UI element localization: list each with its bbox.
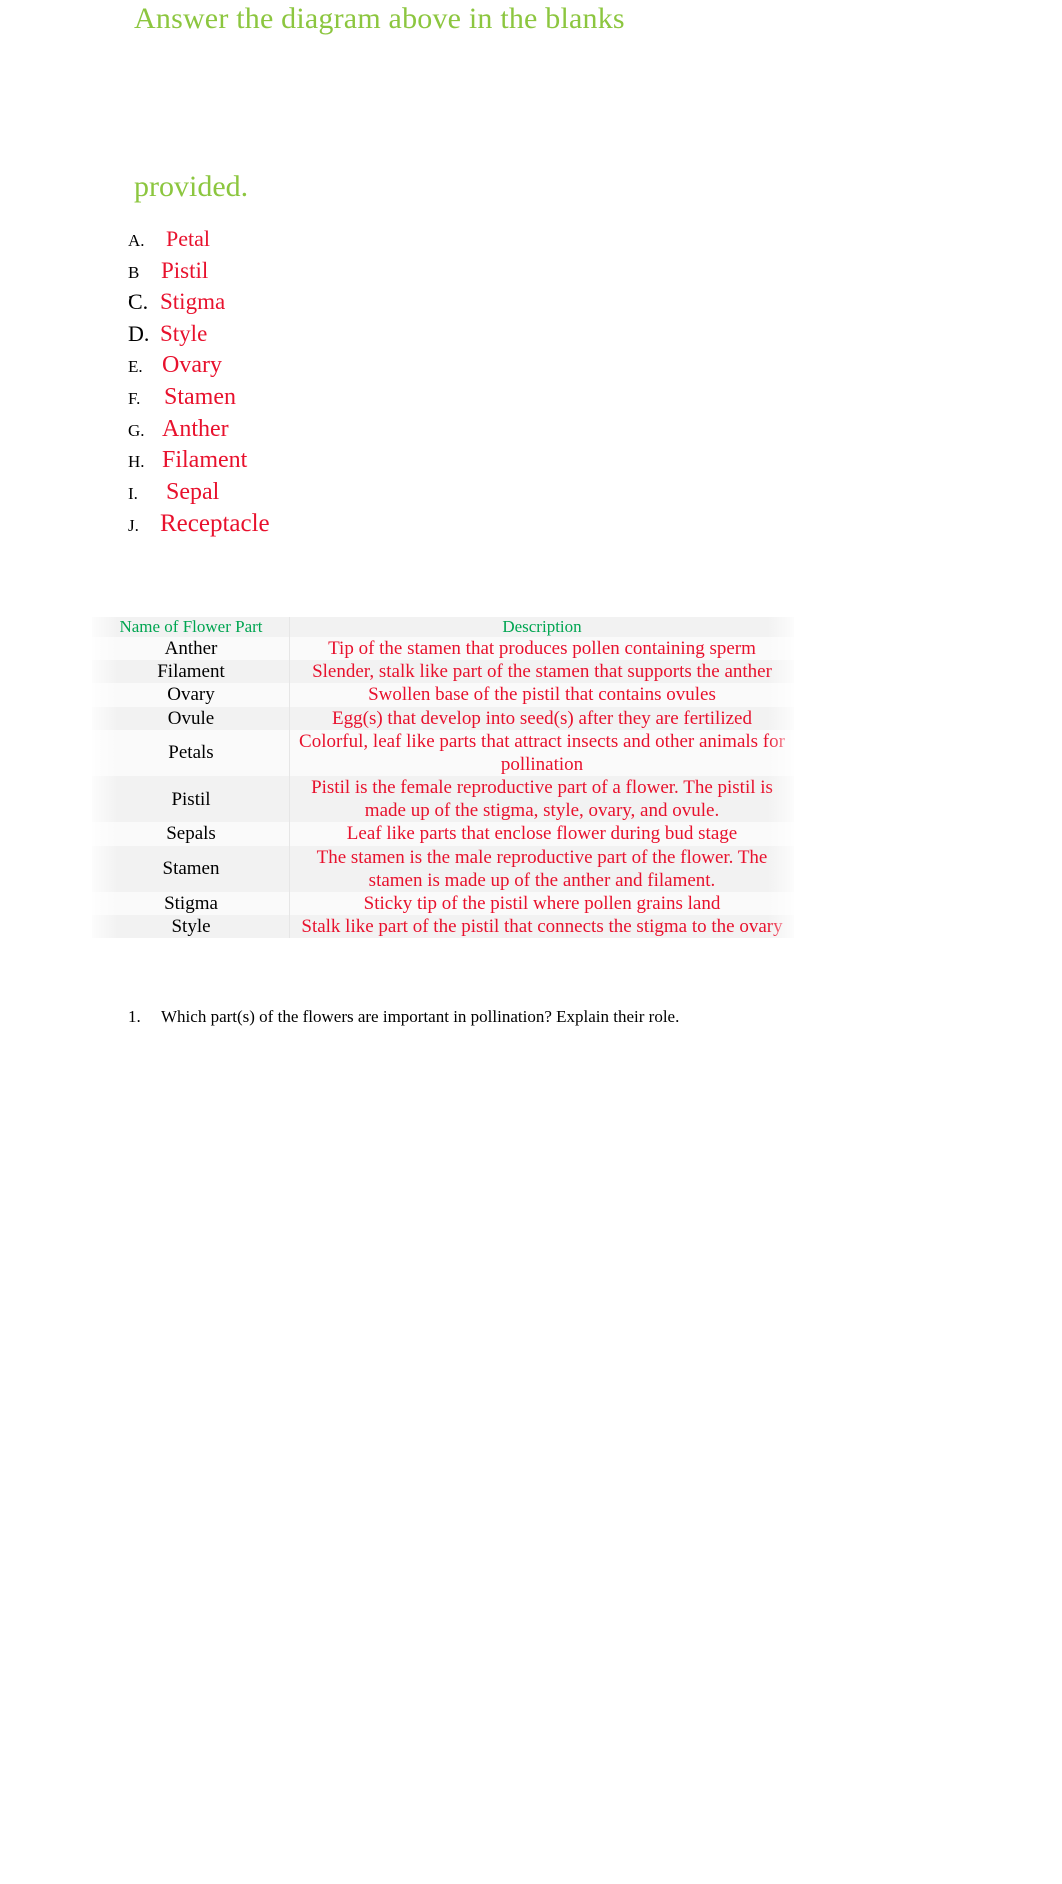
answer-list-item-b: B . Pistil [128, 257, 548, 302]
answer-term-h: Filament [162, 447, 248, 474]
question-number: 1. [128, 1007, 141, 1026]
answer-term-j: Receptacle [160, 510, 270, 538]
answer-term-d: Style [160, 320, 208, 346]
cell-part-description: Leaf like parts that enclose flower duri… [290, 822, 794, 846]
cell-part-name: Filament [92, 660, 290, 684]
answer-letter-d: D. [128, 320, 150, 346]
flower-parts-table-container: Name of Flower Part Description Anther T… [90, 614, 796, 941]
answer-list-item-e: E. Ovary [128, 352, 548, 384]
flower-parts-table: Name of Flower Part Description Anther T… [92, 617, 794, 939]
table-row: Style Stalk like part of the pistil that… [92, 915, 794, 939]
cell-part-description: Slender, stalk like part of the stamen t… [290, 660, 794, 684]
cell-part-name: Ovule [92, 706, 290, 730]
answer-letter-j: J. [128, 516, 139, 536]
cell-part-description: Pistil is the female reproductive part o… [290, 776, 794, 823]
cell-part-description: Tip of the stamen that produces pollen c… [290, 637, 794, 661]
cell-part-name: Stigma [92, 891, 290, 916]
cell-part-description: The stamen is the male reproductive part… [290, 845, 794, 892]
answer-term-g: Anther [162, 415, 229, 442]
answer-list-item-j: J. Receptacle [128, 510, 548, 542]
answer-term-c: Stigma [160, 289, 226, 315]
table-row: Filament Slender, stalk like part of the… [92, 660, 794, 684]
answer-letter-e: E. [128, 357, 143, 377]
question-item-1: 1. Which part(s) of the flowers are impo… [128, 1007, 888, 1027]
table-header-row: Name of Flower Part Description [92, 617, 794, 637]
cell-part-name: Pistil [92, 776, 290, 823]
answer-list-item-a: A. Petal [128, 226, 548, 258]
answer-letter-a: A. [128, 231, 145, 250]
cell-part-description: Stalk like part of the pistil that conne… [290, 915, 794, 939]
cell-part-name: Style [92, 915, 290, 939]
table-row: Sepals Leaf like parts that enclose flow… [92, 822, 794, 846]
table-row: Anther Tip of the stamen that produces p… [92, 637, 794, 661]
answer-list-item-g: G. Anther [128, 416, 548, 448]
answer-list-item-h: H. Filament [128, 447, 548, 479]
answer-letter-g: G. [128, 420, 145, 440]
answer-letter-i: I. [128, 483, 138, 503]
answer-term-e: Ovary [162, 352, 222, 379]
cell-part-name: Ovary [92, 683, 290, 707]
answer-letter-f: F. [128, 388, 141, 408]
table-row: Ovary Swollen base of the pistil that co… [92, 683, 794, 707]
answer-term-a: Petal [166, 226, 210, 251]
cell-part-name: Stamen [92, 845, 290, 892]
page-heading-line-2: provided. [134, 170, 249, 203]
answer-letter-h: H. [128, 452, 145, 472]
table-row: Pistil Pistil is the female reproductive… [92, 776, 794, 823]
cell-part-description: Egg(s) that develop into seed(s) after t… [290, 706, 794, 730]
column-header-description: Description [290, 617, 794, 637]
table-row: Stigma Sticky tip of the pistil where po… [92, 891, 794, 916]
column-header-name: Name of Flower Part [92, 617, 290, 637]
answer-list-item-i: I. Sepal [128, 479, 548, 511]
question-text: Which part(s) of the flowers are importa… [161, 1007, 680, 1026]
table-row: Petals Colorful, leaf like parts that at… [92, 729, 794, 777]
cell-part-name: Petals [92, 729, 290, 777]
answer-list-item-c: C. Stigma [128, 289, 548, 321]
answer-list-item-f: F. Stamen [128, 384, 548, 416]
answer-term-i: Sepal [166, 478, 220, 505]
cell-part-name: Sepals [92, 822, 290, 846]
table-row: Ovule Egg(s) that develop into seed(s) a… [92, 706, 794, 730]
answer-term-f: Stamen [164, 383, 236, 410]
answer-list-item-d: D. Style [128, 321, 548, 353]
page-heading-line-1: Answer the diagram above in the blanks [134, 2, 625, 35]
cell-part-description: Swollen base of the pistil that contains… [290, 683, 794, 707]
question-list: 1. Which part(s) of the flowers are impo… [128, 1007, 888, 1027]
cell-part-name: Anther [92, 637, 290, 661]
table-row: Stamen The stamen is the male reproducti… [92, 845, 794, 892]
answer-letter-c: C. [128, 289, 149, 315]
answer-list: A. Petal B . Pistil C. Stigma D. Style E… [128, 226, 548, 542]
cell-part-description: Colorful, leaf like parts that attract i… [290, 729, 794, 777]
answer-term-b: Pistil [161, 257, 209, 283]
cell-part-description: Sticky tip of the pistil where pollen gr… [290, 891, 794, 916]
